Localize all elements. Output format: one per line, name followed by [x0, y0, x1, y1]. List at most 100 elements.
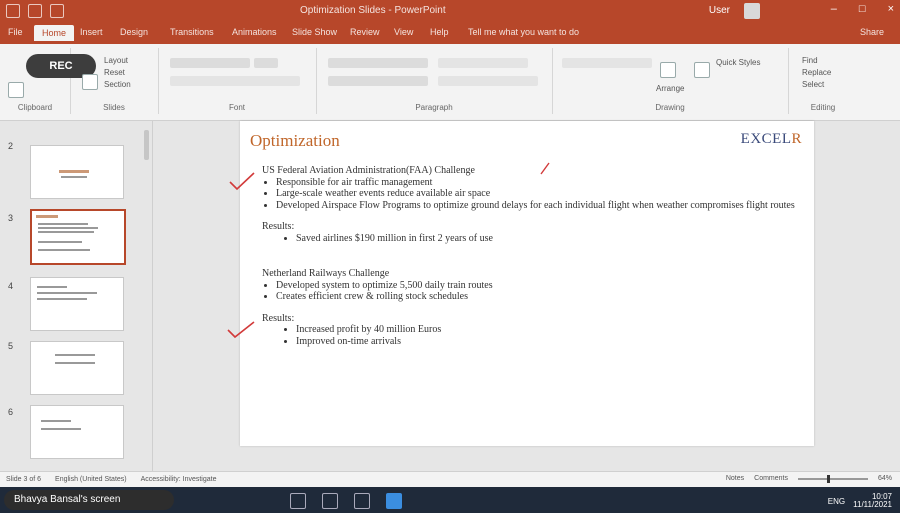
search-icon[interactable] — [322, 493, 338, 509]
text-direction-button[interactable] — [438, 58, 528, 68]
slide-canvas[interactable]: Optimization EXCELR US Federal Aviation … — [240, 121, 814, 446]
bullet-list: Responsible for air traffic management L… — [262, 177, 802, 212]
list-buttons[interactable] — [328, 58, 428, 68]
slide-thumbnail-selected[interactable] — [30, 209, 126, 265]
slide-thumbnail-pane: 2 3 4 5 6 — [0, 121, 153, 471]
font-family-select[interactable] — [170, 58, 250, 68]
logo: EXCELR — [740, 131, 802, 147]
group-slides: Layout Reset Section Slides — [70, 48, 159, 114]
maximize-button[interactable]: □ — [859, 3, 866, 15]
checkmark-annotation-icon — [229, 172, 255, 191]
minimize-button[interactable]: – — [831, 3, 837, 15]
group-font: Font — [158, 48, 317, 114]
tab-design[interactable]: Design — [120, 27, 148, 37]
checkmark-annotation-icon — [227, 321, 255, 339]
tab-insert[interactable]: Insert — [80, 27, 103, 37]
zoom-slider[interactable] — [797, 474, 868, 483]
avatar[interactable] — [744, 3, 760, 19]
new-slide-icon[interactable] — [82, 74, 98, 90]
window-controls: – □ × — [831, 3, 894, 15]
results-label: Results: — [262, 312, 295, 324]
thumbnail-scrollbar[interactable] — [144, 130, 149, 160]
quick-styles-icon[interactable] — [694, 62, 710, 78]
undo-icon[interactable] — [28, 4, 42, 18]
list-item: Responsible for air traffic management — [276, 177, 802, 189]
slide-thumbnail[interactable] — [30, 145, 124, 199]
notes-button[interactable]: Notes — [726, 475, 744, 482]
list-item: Improved on-time arrivals — [296, 336, 802, 348]
save-icon[interactable] — [6, 4, 20, 18]
language-status[interactable]: English (United States) — [55, 476, 127, 483]
group-editing: Find Replace Select Editing — [802, 56, 836, 112]
tab-slide-show[interactable]: Slide Show — [292, 27, 337, 37]
section-button[interactable]: Section — [104, 80, 131, 89]
paste-icon[interactable] — [8, 82, 24, 98]
layout-button[interactable]: Layout — [104, 56, 128, 65]
bullet-list: Developed system to optimize 5,500 daily… — [262, 280, 802, 303]
comments-button[interactable]: Comments — [754, 475, 788, 482]
results-label: Results: — [262, 221, 295, 232]
tell-me-search[interactable]: Tell me what you want to do — [468, 27, 579, 37]
arrange-button[interactable]: Arrange — [656, 84, 684, 93]
language-indicator[interactable]: ENG — [828, 497, 845, 506]
start-icon[interactable] — [290, 493, 306, 509]
tab-view[interactable]: View — [394, 27, 413, 37]
font-format-buttons[interactable] — [170, 76, 300, 86]
bullet-list: Increased profit by 40 million Euros Imp… — [262, 324, 802, 347]
list-item: Creates efficient crew & rolling stock s… — [276, 291, 802, 303]
slide-body: US Federal Aviation Administration(FAA) … — [262, 165, 802, 347]
share-button[interactable]: Share — [860, 27, 884, 37]
font-size-select[interactable] — [254, 58, 278, 68]
slide-title: Optimization — [250, 131, 340, 150]
thumb-number: 2 — [8, 141, 14, 151]
status-bar: Slide 3 of 6 English (United States) Acc… — [0, 471, 900, 488]
clock[interactable]: 10:07 11/11/2021 — [853, 493, 892, 509]
tab-review[interactable]: Review — [350, 27, 380, 37]
screen-share-indicator: Bhavya Bansal's screen — [4, 490, 174, 510]
tab-animations[interactable]: Animations — [232, 27, 277, 37]
group-drawing: Arrange Quick Styles Drawing — [552, 48, 789, 114]
ribbon: Clipboard REC Layout Reset Section Slide… — [0, 44, 900, 121]
list-item: Developed Airspace Flow Programs to opti… — [276, 200, 802, 212]
section-heading: US Federal Aviation Administration(FAA) … — [262, 165, 475, 176]
slide-counter: Slide 3 of 6 — [6, 476, 42, 483]
thumb-number: 6 — [8, 407, 14, 417]
align-buttons[interactable] — [328, 76, 428, 86]
title-bar: Optimization Slides - PowerPoint User – … — [0, 0, 900, 22]
tab-home[interactable]: Home — [34, 25, 75, 41]
thumb-number: 4 — [8, 281, 14, 291]
reset-button[interactable]: Reset — [104, 68, 125, 77]
list-item: Saved airlines $190 million in first 2 y… — [296, 233, 802, 245]
ribbon-tabs: File Home Insert Design Transitions Anim… — [0, 22, 900, 44]
taskbar: Bhavya Bansal's screen ENG 10:07 11/11/2… — [0, 487, 900, 513]
thumb-number: 3 — [8, 213, 14, 223]
quick-access-toolbar — [6, 4, 64, 18]
select-button[interactable]: Select — [802, 80, 824, 89]
replace-button[interactable]: Replace — [802, 68, 831, 77]
slide-thumbnail[interactable] — [30, 341, 124, 395]
app-icon[interactable] — [386, 493, 402, 509]
redo-icon[interactable] — [50, 4, 64, 18]
arrange-icon[interactable] — [660, 62, 676, 78]
zoom-level[interactable]: 64% — [878, 475, 892, 482]
pen-stroke-annotation-icon — [540, 162, 550, 175]
slide-thumbnail[interactable] — [30, 405, 124, 459]
close-button[interactable]: × — [888, 3, 894, 15]
accessibility-status[interactable]: Accessibility: Investigate — [141, 476, 217, 483]
tab-file[interactable]: File — [8, 27, 23, 37]
group-paragraph: Paragraph — [316, 48, 553, 114]
user-name[interactable]: User — [709, 5, 730, 16]
task-view-icon[interactable] — [354, 493, 370, 509]
list-item: Large-scale weather events reduce availa… — [276, 188, 802, 200]
quick-styles-button[interactable]: Quick Styles — [716, 58, 760, 67]
smartart-button[interactable] — [438, 76, 538, 86]
tab-transitions[interactable]: Transitions — [170, 27, 214, 37]
tab-help[interactable]: Help — [430, 27, 449, 37]
find-button[interactable]: Find — [802, 56, 818, 65]
section-heading: Netherland Railways Challenge — [262, 268, 390, 279]
shapes-gallery[interactable] — [562, 58, 652, 68]
bullet-list: Saved airlines $190 million in first 2 y… — [262, 233, 802, 245]
thumb-number: 5 — [8, 341, 14, 351]
slide-thumbnail[interactable] — [30, 277, 124, 331]
list-item: Developed system to optimize 5,500 daily… — [276, 280, 802, 292]
